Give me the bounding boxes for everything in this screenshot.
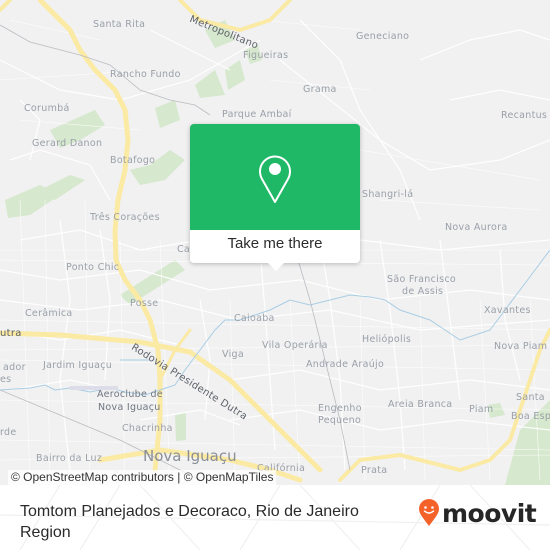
map-label-areia-branca: Areia Branca bbox=[388, 399, 453, 410]
map-label-ponto-chic: Ponto Chic bbox=[66, 262, 120, 273]
map-label-santa-rita: Santa Rita bbox=[93, 19, 146, 30]
map-label-jardim-iguacu: Jardim Iguaçu bbox=[43, 360, 113, 371]
location-popup: Take me there bbox=[190, 124, 360, 271]
map-label-rancho-fundo: Rancho Fundo bbox=[110, 69, 181, 80]
map-label-aeroclube: Aeroclube de bbox=[97, 389, 163, 400]
map-label-aeroclube-nova-iguacu: Nova Iguaçu bbox=[98, 402, 161, 413]
map-label-sao-francisco: São Francisco bbox=[387, 274, 456, 285]
map-label-prata: Prata bbox=[361, 465, 388, 476]
moovit-logo[interactable]: moovit bbox=[418, 498, 537, 528]
place-title: Tomtom Planejados e Decoraco, Rio de Jan… bbox=[20, 503, 359, 541]
map-label-posse: Posse bbox=[130, 298, 159, 309]
map-label-nova-piam: Nova Piam bbox=[494, 341, 548, 352]
popup-header bbox=[190, 124, 360, 230]
map-label-shangri-la: Shangri-lá bbox=[362, 189, 414, 200]
map-label-xavantes: Xavantes bbox=[484, 305, 531, 316]
map-label-nova-aurora: Nova Aurora bbox=[445, 222, 508, 233]
map-attribution[interactable]: © OpenStreetMap contributors | © OpenMap… bbox=[8, 470, 277, 485]
moovit-pin-smile-icon bbox=[419, 499, 439, 526]
map-pin-icon bbox=[259, 155, 291, 203]
popup-pointer bbox=[268, 263, 284, 271]
map-label-piam: Piam bbox=[469, 404, 494, 415]
map-label-pequeno: Pequeno bbox=[318, 415, 362, 426]
take-me-there-button[interactable]: Take me there bbox=[190, 230, 360, 263]
map-label-viga: Viga bbox=[222, 349, 244, 360]
map-label-figueiras: Figueiras bbox=[243, 50, 289, 61]
map-label-geneciano: Geneciano bbox=[356, 31, 410, 42]
map-label-parque-ambai: Parque Ambaí bbox=[222, 109, 292, 120]
map-label-rde: rde bbox=[0, 427, 17, 438]
moovit-wordmark: moovit bbox=[442, 498, 537, 528]
map-label-corumba: Corumbá bbox=[24, 103, 70, 114]
map-label-ceramica: Cerâmica bbox=[25, 308, 73, 319]
map-label-botafogo: Botafogo bbox=[110, 155, 156, 166]
map-label-caioaba: Caioaba bbox=[234, 313, 275, 324]
map-label-ca: Ca bbox=[177, 244, 191, 255]
map-label-ador: ador bbox=[3, 362, 26, 373]
map-view[interactable]: Santa Rita Metropolitano Geneciano Figue… bbox=[0, 0, 550, 485]
map-label-dutra-fragment: utra bbox=[0, 328, 22, 339]
map-label-santa: Santa bbox=[516, 392, 545, 403]
map-label-nova-iguacu: Nova Iguaçu bbox=[143, 447, 237, 465]
map-label-chacrinha: Chacrinha bbox=[122, 423, 173, 434]
map-label-tres-coracoes: Três Corações bbox=[90, 212, 160, 223]
map-label-heliopolis: Heliópolis bbox=[362, 334, 412, 345]
map-label-boa-esp: Boa Esp bbox=[511, 411, 550, 422]
map-label-es: es bbox=[0, 374, 12, 385]
map-label-vila-operaria: Vila Operária bbox=[262, 340, 328, 351]
map-label-recantus: Recantus bbox=[501, 110, 548, 121]
map-label-engenho: Engenho bbox=[318, 403, 362, 414]
map-label-bairro-da-luz: Bairro da Luz bbox=[36, 453, 103, 464]
map-label-andrade-araujo: Andrade Araújo bbox=[306, 359, 385, 370]
map-label-grama: Grama bbox=[303, 84, 337, 95]
map-label-de-assis: de Assis bbox=[402, 286, 444, 297]
map-label-gerard-danon: Gerard Danon bbox=[32, 138, 103, 149]
footer-bar: Tomtom Planejados e Decoraco, Rio de Jan… bbox=[0, 485, 550, 550]
